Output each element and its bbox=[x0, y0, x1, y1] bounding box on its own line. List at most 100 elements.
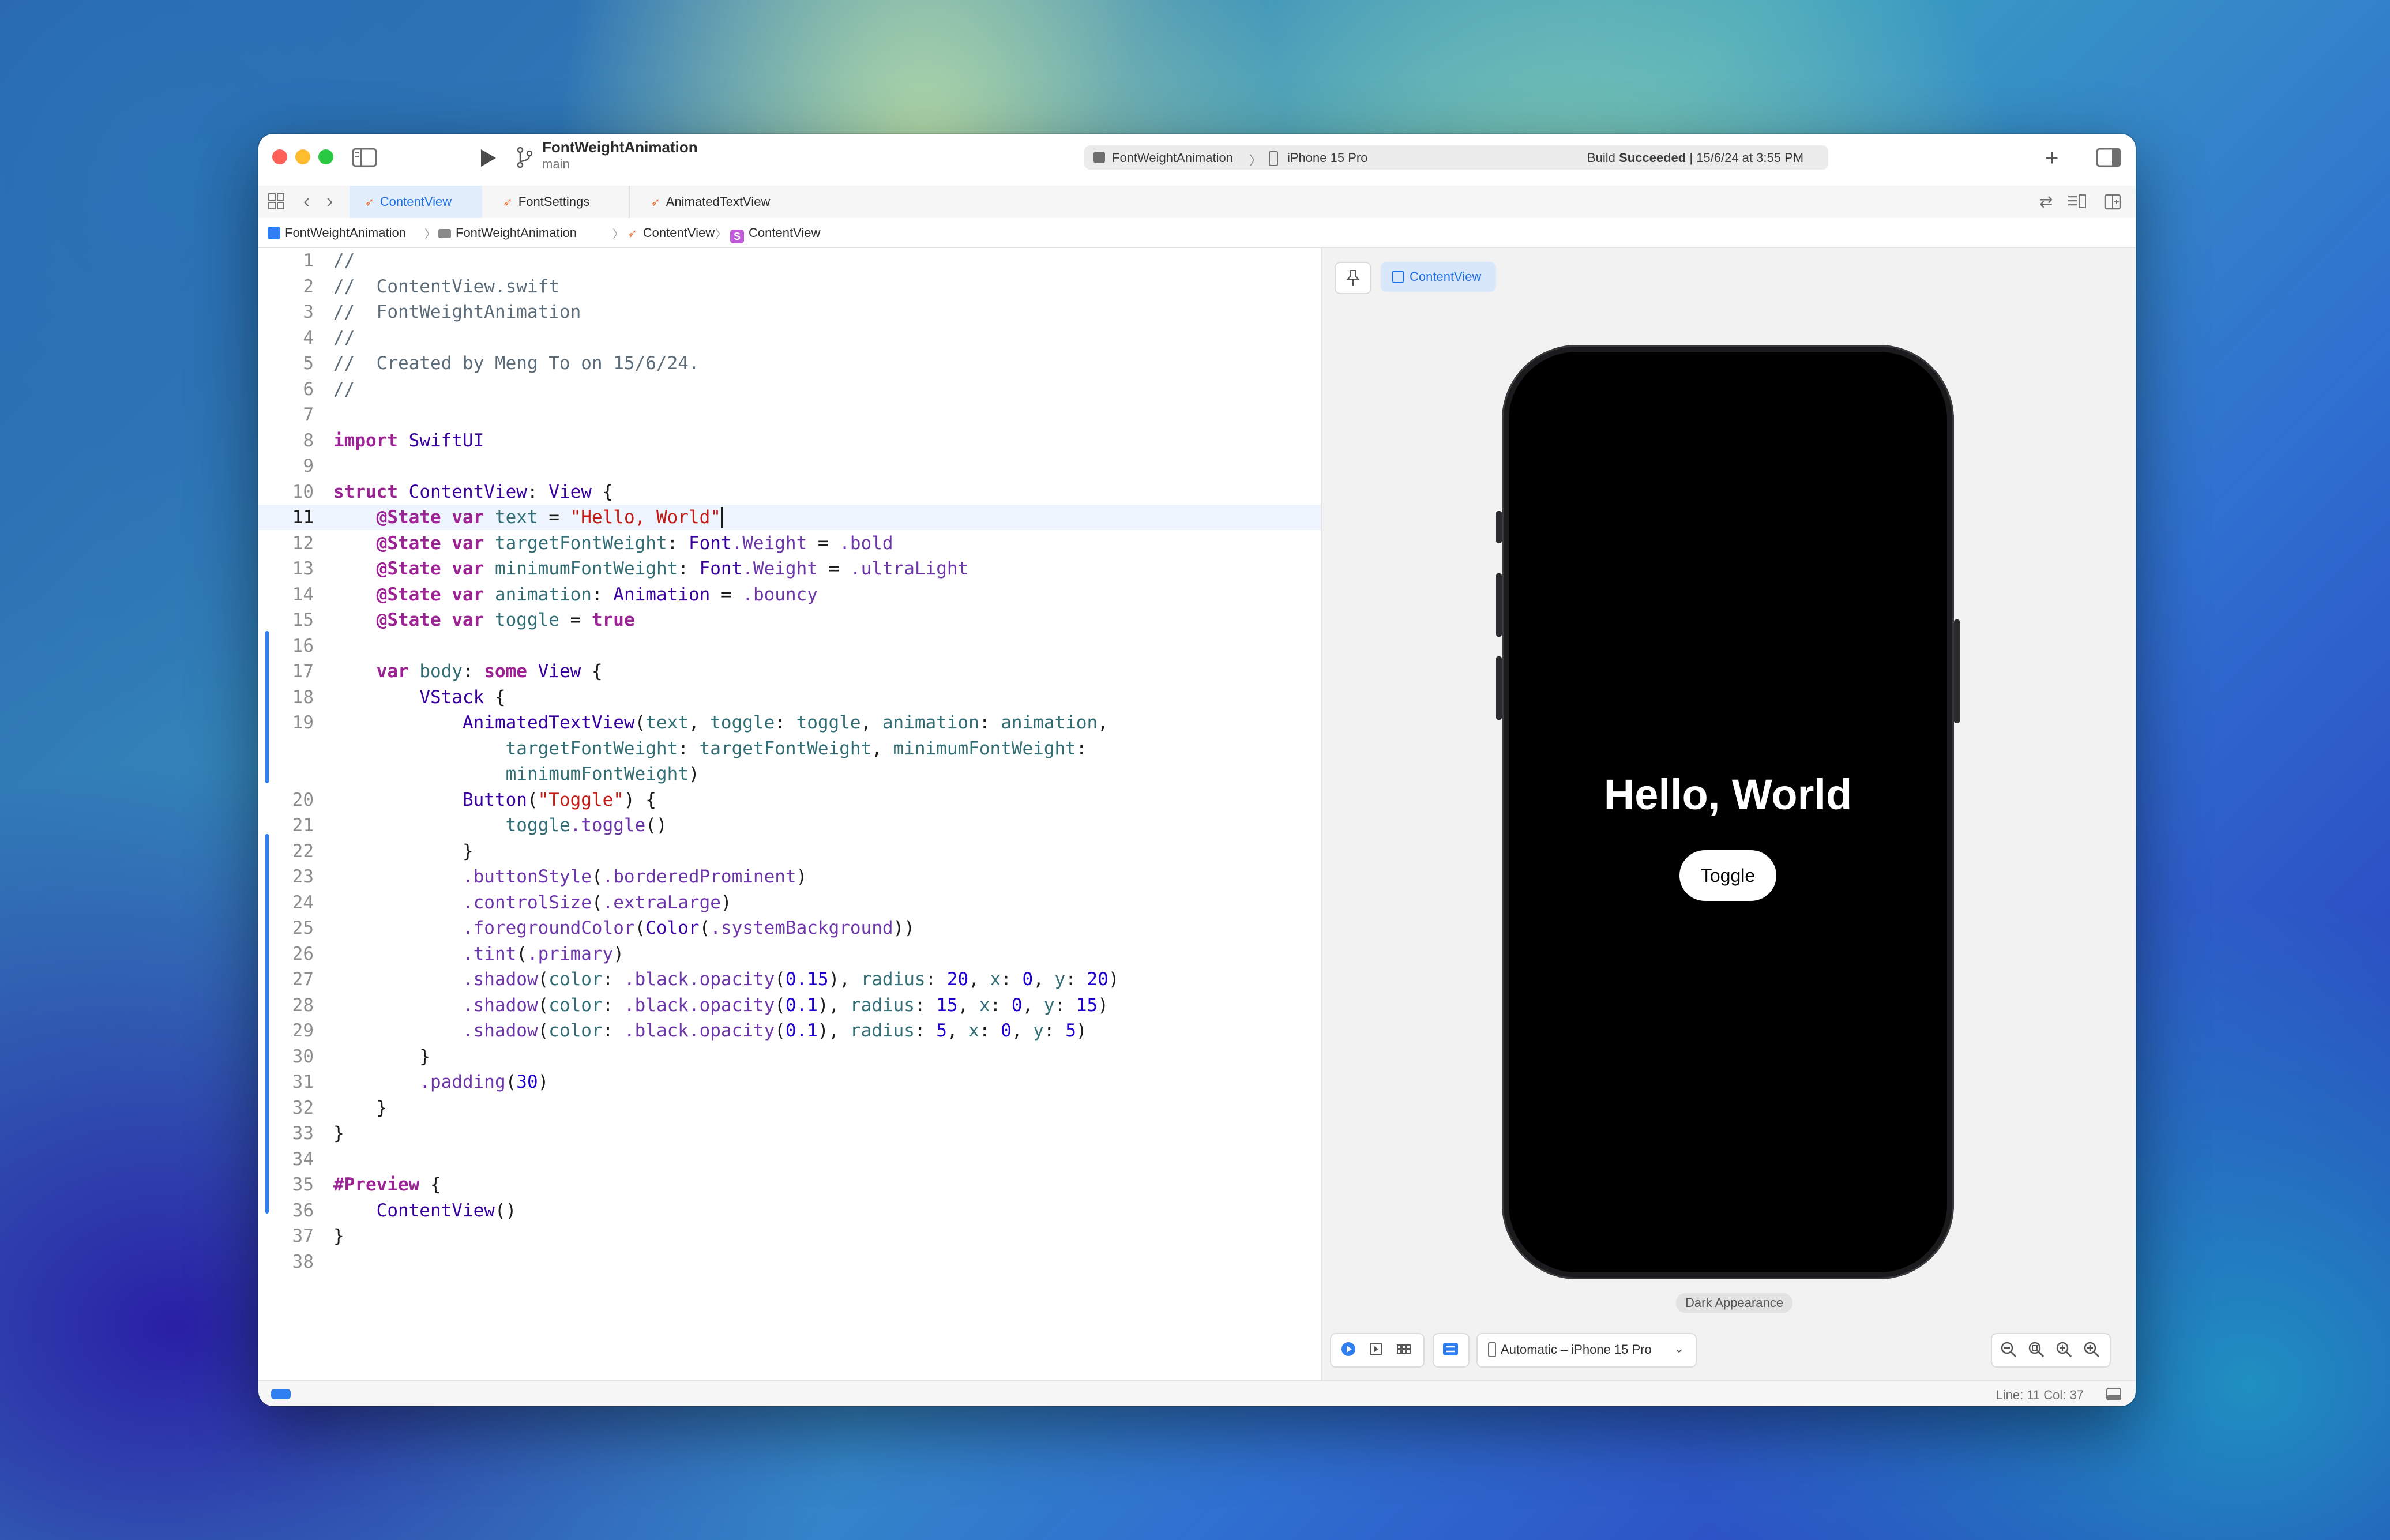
code-text: @State var animation: Animation = .bounc… bbox=[376, 584, 818, 605]
zoom-window-button[interactable] bbox=[318, 149, 333, 164]
live-preview-icon[interactable] bbox=[1340, 1341, 1356, 1361]
line-number: 28 bbox=[292, 994, 314, 1016]
code-line[interactable]: 34 bbox=[258, 1147, 1321, 1172]
device-picker[interactable]: Automatic – iPhone 15 Pro ⌄ bbox=[1476, 1333, 1697, 1368]
code-line[interactable]: 31 .padding(30) bbox=[258, 1069, 1321, 1095]
activity-area[interactable]: FontWeightAnimation 〉 iPhone 15 Pro Buil… bbox=[1084, 145, 1828, 170]
code-text: var body: some View { bbox=[376, 661, 603, 682]
folder-icon bbox=[438, 229, 451, 238]
minimize-window-button[interactable] bbox=[295, 149, 310, 164]
code-text: // bbox=[333, 378, 355, 400]
code-line[interactable]: 17 var body: some View { bbox=[258, 659, 1321, 684]
code-line[interactable]: 9 bbox=[258, 453, 1321, 479]
code-line[interactable]: 29 .shadow(color: .black.opacity(0.1), r… bbox=[258, 1018, 1321, 1043]
pin-icon[interactable] bbox=[1335, 262, 1371, 294]
code-line[interactable]: 35 #Preview { bbox=[258, 1172, 1321, 1197]
tab-fontsettings[interactable]: ➶ FontSettings bbox=[482, 186, 630, 218]
code-line[interactable]: minimumFontWeight) bbox=[258, 761, 1321, 787]
code-line[interactable]: 18 VStack { bbox=[258, 685, 1321, 710]
code-line[interactable]: 30 } bbox=[258, 1044, 1321, 1069]
tab-animatedtextview[interactable]: ➶ AnimatedTextView bbox=[630, 186, 803, 218]
code-line[interactable]: 26 .tint(.primary) bbox=[258, 941, 1321, 967]
code-text: // Created by Meng To on 15/6/24. bbox=[333, 353, 700, 374]
zoom-actual-size-icon[interactable] bbox=[2055, 1341, 2073, 1362]
code-line[interactable]: 2 // ContentView.swift bbox=[258, 274, 1321, 299]
code-line[interactable]: 21 toggle.toggle() bbox=[258, 813, 1321, 838]
code-line[interactable]: 19 AnimatedTextView(text, toggle: toggle… bbox=[258, 710, 1321, 735]
code-line[interactable]: targetFontWeight: targetFontWeight, mini… bbox=[258, 736, 1321, 761]
swap-arrows-icon[interactable]: ⇄ bbox=[2039, 194, 2053, 210]
zoom-out-icon[interactable] bbox=[2000, 1341, 2017, 1362]
split-editor-icon[interactable] bbox=[2104, 194, 2121, 213]
breadcrumb-project[interactable]: FontWeightAnimation bbox=[268, 226, 406, 241]
close-window-button[interactable] bbox=[272, 149, 287, 164]
editor-options-icon[interactable] bbox=[2067, 194, 2087, 213]
code-line[interactable]: 20 Button("Toggle") { bbox=[258, 787, 1321, 813]
variants-icon[interactable] bbox=[1396, 1341, 1412, 1361]
code-line[interactable]: 6 // bbox=[258, 377, 1321, 402]
code-line[interactable]: 22 } bbox=[258, 839, 1321, 864]
code-line[interactable]: 36 ContentView() bbox=[258, 1198, 1321, 1223]
line-number: 13 bbox=[292, 558, 314, 579]
breadcrumb-file[interactable]: ➶ ContentView bbox=[627, 226, 715, 241]
xcode-window: FontWeightAnimation main FontWeightAnima… bbox=[258, 134, 2136, 1406]
line-number: 9 bbox=[303, 456, 314, 476]
preview-screen[interactable]: Hello, World Toggle bbox=[1509, 352, 1947, 1272]
zoom-in-icon[interactable] bbox=[2083, 1341, 2100, 1362]
inspector-toggle-icon[interactable] bbox=[2096, 148, 2121, 171]
code-line[interactable]: 8 import SwiftUI bbox=[258, 428, 1321, 453]
zoom-to-fit-icon[interactable] bbox=[2028, 1341, 2045, 1362]
code-line[interactable]: 15 @State var toggle = true bbox=[258, 607, 1321, 633]
plus-icon[interactable]: + bbox=[2045, 147, 2058, 170]
code-text: } bbox=[333, 1046, 430, 1067]
code-line[interactable]: 24 .controlSize(.extraLarge) bbox=[258, 890, 1321, 915]
line-number: 29 bbox=[292, 1020, 314, 1041]
forward-chevron-icon[interactable]: › bbox=[326, 191, 333, 211]
project-name[interactable]: FontWeightAnimation bbox=[542, 138, 698, 156]
line-number: 15 bbox=[292, 610, 314, 630]
code-line[interactable]: 23 .buttonStyle(.borderedProminent) bbox=[258, 864, 1321, 889]
swift-file-icon: ➶ bbox=[651, 196, 660, 209]
toggle-button[interactable]: Toggle bbox=[1679, 850, 1776, 901]
code-line[interactable]: 1 // bbox=[258, 248, 1321, 273]
code-line[interactable]: 28 .shadow(color: .black.opacity(0.1), r… bbox=[258, 993, 1321, 1018]
hello-world-text: Hello, World bbox=[1603, 771, 1852, 818]
source-editor[interactable]: 1 // 2 // ContentView.swift 3 // FontWeightAn… bbox=[258, 248, 1321, 1381]
side-button bbox=[1954, 619, 1960, 723]
breadcrumb-folder[interactable]: FontWeightAnimation bbox=[438, 226, 577, 241]
swift-file-icon: ➶ bbox=[627, 227, 637, 240]
code-line[interactable]: 7 bbox=[258, 402, 1321, 427]
breadcrumb-symbol[interactable]: S ContentView bbox=[730, 226, 820, 243]
code-line[interactable]: 32 } bbox=[258, 1095, 1321, 1121]
tab-contentview[interactable]: ➶ ContentView bbox=[350, 186, 482, 218]
preview-chip-contentview[interactable]: ContentView bbox=[1381, 262, 1496, 292]
code-text: .foregroundColor(Color(.systemBackground… bbox=[462, 918, 915, 938]
scheme-name[interactable]: FontWeightAnimation bbox=[1112, 151, 1233, 166]
code-line[interactable]: 3 // FontWeightAnimation bbox=[258, 299, 1321, 325]
hide-debug-area-icon[interactable] bbox=[2106, 1387, 2122, 1404]
code-line[interactable]: 13 @State var minimumFontWeight: Font.We… bbox=[258, 556, 1321, 581]
back-chevron-icon[interactable]: ‹ bbox=[303, 191, 310, 211]
run-destination[interactable]: iPhone 15 Pro bbox=[1287, 151, 1367, 166]
code-line[interactable]: 12 @State var targetFontWeight: Font.Wei… bbox=[258, 531, 1321, 556]
code-line[interactable]: 4 // bbox=[258, 325, 1321, 351]
code-line[interactable]: 38 bbox=[258, 1249, 1321, 1275]
grid-icon[interactable] bbox=[268, 193, 285, 213]
code-line[interactable]: 33} bbox=[258, 1121, 1321, 1146]
branch-icon[interactable] bbox=[516, 145, 534, 173]
code-line[interactable]: 14 @State var animation: Animation = .bo… bbox=[258, 582, 1321, 607]
status-bar: Line: 11 Col: 37 bbox=[258, 1380, 2136, 1406]
code-line[interactable]: 11 @State var text = "Hello, World" bbox=[258, 505, 1321, 530]
toolbar: FontWeightAnimation main FontWeightAnima… bbox=[258, 134, 2136, 187]
device-settings-icon[interactable] bbox=[1442, 1341, 1459, 1361]
code-line[interactable]: 10 struct ContentView: View { bbox=[258, 479, 1321, 505]
code-line[interactable]: 16 bbox=[258, 633, 1321, 659]
play-icon[interactable] bbox=[478, 148, 497, 172]
code-line[interactable]: 37} bbox=[258, 1223, 1321, 1249]
code-line[interactable]: 25 .foregroundColor(Color(.systemBackgro… bbox=[258, 915, 1321, 941]
selectable-preview-icon[interactable] bbox=[1368, 1341, 1384, 1361]
debug-area-toggle[interactable] bbox=[271, 1389, 291, 1399]
code-line[interactable]: 5 // Created by Meng To on 15/6/24. bbox=[258, 351, 1321, 376]
sidebar-toggle-icon[interactable] bbox=[352, 148, 377, 171]
code-line[interactable]: 27 .shadow(color: .black.opacity(0.15), … bbox=[258, 967, 1321, 992]
